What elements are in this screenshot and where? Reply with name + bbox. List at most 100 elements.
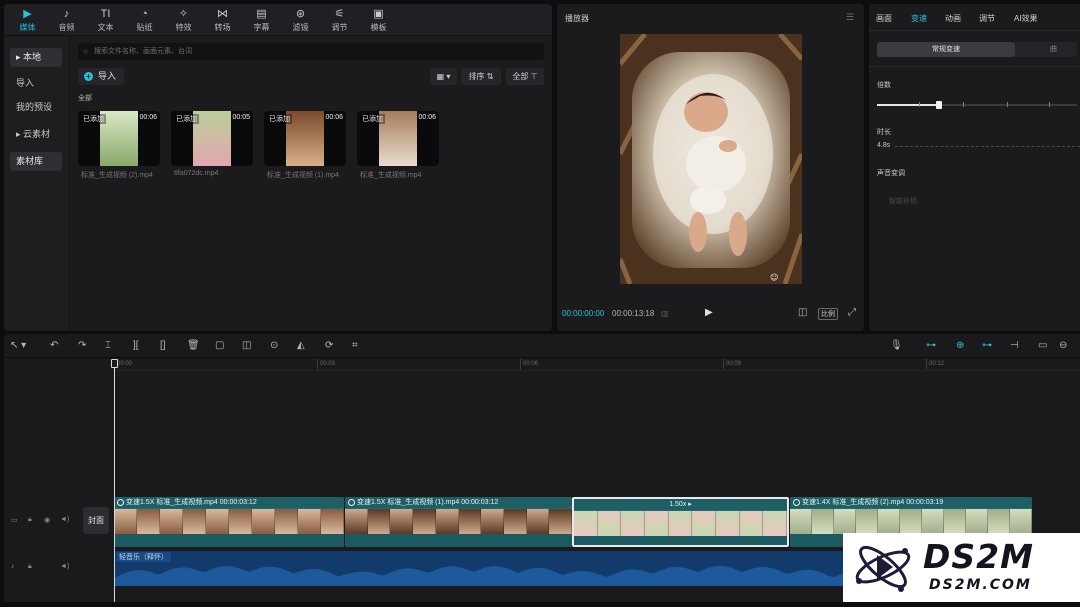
track-video-icon[interactable]: ▭: [11, 516, 18, 524]
clip-frame: [229, 509, 252, 534]
play-range-icon[interactable]: ⊙: [270, 340, 278, 351]
media-item[interactable]: 已添加 00:06: [357, 111, 439, 166]
sidebar-item-label: 本地: [23, 52, 42, 62]
tool-audio[interactable]: ♪ 音频: [47, 4, 86, 36]
link-icon[interactable]: ⊶: [982, 340, 992, 351]
view-mode-button[interactable]: ▦ ▾: [430, 68, 457, 85]
total-timecode: 00:00:13:18: [612, 309, 655, 318]
mute-icon[interactable]: ◄): [60, 516, 69, 523]
redo-icon[interactable]: ↷: [78, 340, 86, 351]
text-icon: TI: [100, 7, 111, 20]
timecode-mode-icon[interactable]: ▥: [661, 309, 669, 318]
duration-value: 4.8s: [877, 142, 891, 149]
clip-frame: [503, 509, 527, 534]
preview-icon[interactable]: ▭: [1038, 340, 1047, 351]
media-item[interactable]: 已添加 00:06: [78, 111, 160, 166]
speed-slider[interactable]: [877, 101, 1077, 109]
speed-mode-segment: 常规变速 曲: [877, 42, 1077, 57]
link-main-icon[interactable]: ⊶: [926, 340, 936, 351]
menu-icon[interactable]: ☰: [846, 12, 854, 23]
clip-frame: [900, 509, 922, 534]
snap-icon[interactable]: ⊕: [956, 340, 964, 351]
sidebar-item-import[interactable]: 导入: [10, 74, 62, 93]
ruler-label: 00:12: [929, 361, 945, 367]
crop-icon[interactable]: ⌗: [352, 340, 358, 351]
clip-frame: [716, 511, 740, 536]
tool-media[interactable]: ▶ 媒体: [8, 4, 47, 36]
slider-knob[interactable]: [936, 101, 942, 109]
tool-sticker[interactable]: ◔ 贴纸: [125, 4, 164, 36]
divider: [4, 357, 1080, 358]
media-filename: 标准_生成视频 (2).mp4: [81, 172, 153, 179]
track-audio-icon[interactable]: ♪: [11, 563, 15, 570]
mirror-icon[interactable]: ◭: [297, 340, 305, 351]
sidebar-item-library[interactable]: 素材库: [10, 152, 62, 171]
tab-4[interactable]: AI效果: [1014, 13, 1038, 24]
search-input[interactable]: ○ 搜索文件名称、画面元素、台词: [78, 43, 544, 60]
split-left-icon[interactable]: ][: [133, 340, 139, 351]
tab-2[interactable]: 动画: [945, 13, 961, 24]
split-icon[interactable]: ⌶: [105, 340, 111, 351]
audio-label: 轻音乐（释怀）: [116, 552, 171, 562]
split-right-icon[interactable]: []: [160, 340, 166, 351]
clip-frame: [345, 509, 368, 534]
media-filename: 标准_生成视频 (1).mp4: [267, 172, 339, 179]
play-icon[interactable]: ▶: [705, 307, 713, 318]
mic-icon[interactable]: 🎙︎: [890, 340, 903, 351]
sidebar-item-local[interactable]: ▸ 本地: [10, 48, 62, 67]
tab-0[interactable]: 画面: [876, 13, 892, 24]
clip-frame: [944, 509, 966, 534]
sidebar-item-cloud[interactable]: ▸ 云素材: [10, 125, 62, 144]
tool-subtitle[interactable]: ▤ 字幕: [242, 4, 281, 36]
tool-transition[interactable]: ⋈ 转场: [203, 4, 242, 36]
playhead[interactable]: [114, 360, 115, 602]
select-icon[interactable]: ↖ ▾: [10, 340, 26, 351]
audio-clip[interactable]: 轻音乐（释怀）: [114, 551, 850, 586]
clip-frame: [183, 509, 206, 534]
fullscreen-icon[interactable]: ⤢: [848, 307, 856, 318]
delete-icon[interactable]: 🗑︎: [187, 340, 200, 351]
playhead-handle[interactable]: [111, 359, 118, 368]
tool-filter[interactable]: ⊛ 滤镜: [281, 4, 320, 36]
media-item[interactable]: 已添加 00:05: [171, 111, 253, 166]
video-clip[interactable]: 变速1.5X 标准_生成视频.mp4 00:00:03:12: [114, 497, 344, 547]
media-toolbar: ▶ 媒体 ♪ 音频 TI 文本 ◔ 贴纸 ✧ 特效 ⋈ 转场 ▤ 字幕 ⊛ 滤镜 ⚟ 调节 ▣ 模板: [4, 4, 552, 36]
freeze-icon[interactable]: ▢: [215, 340, 224, 351]
segment-normal[interactable]: 常规变速: [877, 42, 1015, 57]
clip-header: 变速1.5X 标准_生成视频.mp4 00:00:03:12: [114, 497, 344, 508]
clip-frame: [878, 509, 900, 534]
mute-icon[interactable]: ◄): [60, 563, 69, 570]
tool-adjust[interactable]: ⚟ 调节: [320, 4, 359, 36]
tool-text[interactable]: TI 文本: [86, 4, 125, 36]
clip-frame: [1010, 509, 1032, 534]
rotate-icon[interactable]: ⟳: [325, 340, 333, 351]
lock-icon[interactable]: 🔒︎: [28, 516, 32, 524]
lock-icon[interactable]: 🔒︎: [28, 563, 32, 571]
tool-effects[interactable]: ✧ 特效: [164, 4, 203, 36]
sidebar-item-presets[interactable]: 我的预设: [10, 98, 62, 117]
segment-curve[interactable]: 曲: [1050, 42, 1057, 57]
clip-audio-strip: [345, 534, 572, 547]
zoom-out-icon[interactable]: ⊖: [1059, 340, 1067, 351]
tool-label: 媒体: [19, 22, 36, 32]
eye-icon[interactable]: ◉: [44, 516, 50, 524]
added-badge: 已添加: [174, 114, 199, 124]
align-icon[interactable]: ⊣: [1010, 340, 1019, 351]
media-item[interactable]: 已添加 00:06: [264, 111, 346, 166]
sort-button[interactable]: 排序 ⇅: [461, 68, 501, 85]
cover-button[interactable]: 封面: [83, 507, 109, 534]
tool-template[interactable]: ▣ 模板: [359, 4, 398, 36]
tab-1[interactable]: 变速: [911, 13, 927, 24]
fit-icon[interactable]: ◫: [798, 307, 807, 318]
ratio-button[interactable]: 比例: [818, 308, 838, 320]
import-button[interactable]: + 导入: [78, 68, 124, 85]
video-clip[interactable]: 1.50x ▸: [572, 497, 789, 547]
video-clip[interactable]: 变速1.5X 标准_生成视频 (1).mp4 00:00:03:12: [345, 497, 572, 547]
timeline-ruler[interactable]: 00:00 00:03 00:06 00:09 00:12: [114, 359, 1080, 371]
reverse-icon[interactable]: ◫: [242, 340, 251, 351]
tab-3[interactable]: 调节: [979, 13, 995, 24]
clip-frame: [834, 509, 856, 534]
filter-button[interactable]: 全部 ⊤: [506, 68, 544, 85]
ruler-tick: [520, 359, 521, 370]
undo-icon[interactable]: ↶: [50, 340, 58, 351]
